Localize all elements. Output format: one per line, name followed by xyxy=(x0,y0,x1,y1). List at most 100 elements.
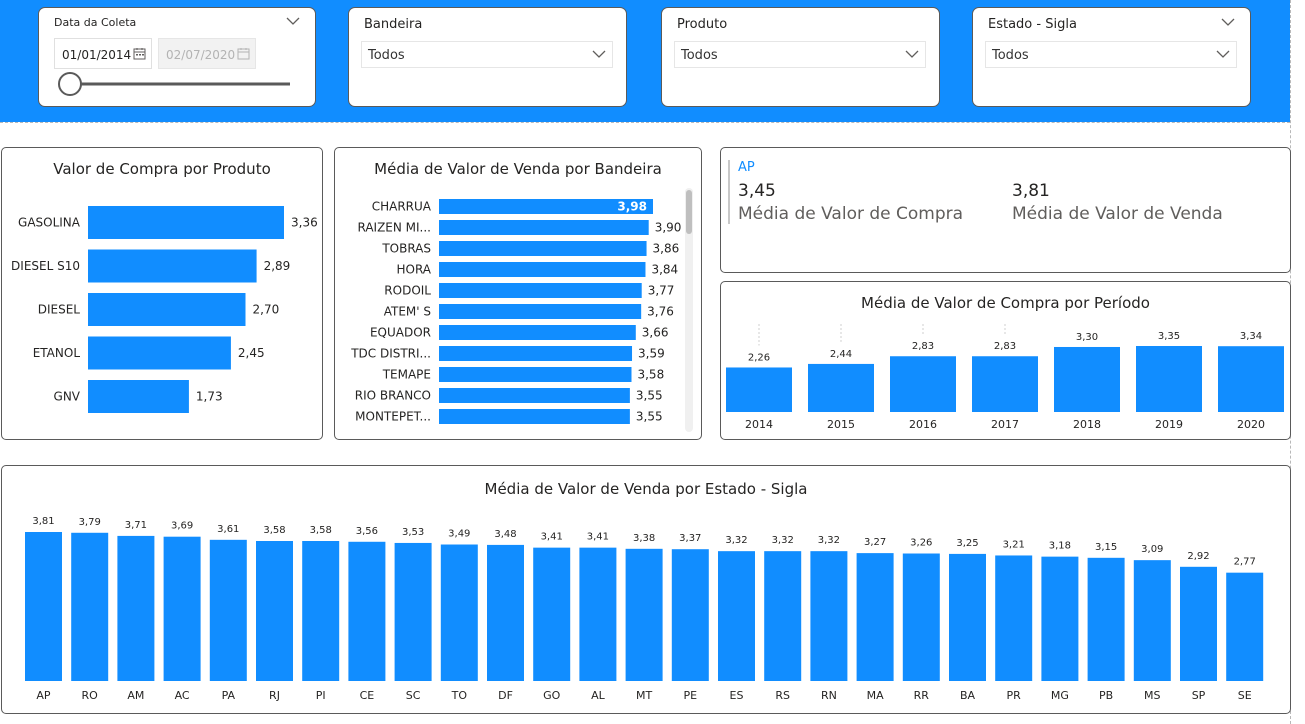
tick-label: PR xyxy=(1007,689,1022,702)
data-label: 3,66 xyxy=(642,326,669,340)
data-label: 2,89 xyxy=(264,259,291,273)
produto-dropdown[interactable]: Todos xyxy=(674,41,926,68)
chevron-down-icon[interactable] xyxy=(592,50,606,59)
data-label: 3,18 xyxy=(1049,541,1071,552)
data-label: 3,77 xyxy=(648,284,675,298)
tick-label: AM xyxy=(127,689,144,702)
calendar-icon[interactable] xyxy=(133,47,146,60)
data-label: 2,26 xyxy=(748,352,770,363)
compra-produto-title: Valor de Compra por Produto xyxy=(53,160,271,178)
chevron-down-icon[interactable] xyxy=(1216,50,1230,59)
data-label: 3,55 xyxy=(636,389,663,403)
chevron-down-icon[interactable] xyxy=(905,50,919,59)
bar-ac[interactable] xyxy=(163,536,201,681)
data-label: 3,61 xyxy=(217,524,239,535)
bandeira-dropdown[interactable]: Todos xyxy=(361,41,613,68)
bar-pi[interactable] xyxy=(302,540,340,681)
bar-bandeira[interactable] xyxy=(439,220,649,235)
end-date-input[interactable]: 02/07/2020 xyxy=(158,38,256,69)
bar-2016[interactable] xyxy=(890,356,956,412)
bar-2015[interactable] xyxy=(808,363,874,412)
bar-2019[interactable] xyxy=(1136,346,1202,412)
bar-bandeira[interactable] xyxy=(439,367,632,382)
bar-es[interactable] xyxy=(718,551,755,681)
compra-periodo-chart: 2,26 2014 2,44 2015 2,83 2016 2,83 2017 3,30 2018… xyxy=(726,324,1284,431)
bar-pe[interactable] xyxy=(671,549,709,681)
bar-se[interactable] xyxy=(1226,572,1264,681)
bar-mg[interactable] xyxy=(1041,556,1079,681)
chevron-down-icon[interactable] xyxy=(1221,18,1235,27)
data-label: 3,32 xyxy=(772,535,794,546)
slider-handle[interactable] xyxy=(58,72,82,96)
bar-ba[interactable] xyxy=(949,553,986,681)
bar-pa[interactable] xyxy=(209,539,247,681)
chevron-down-icon[interactable] xyxy=(286,17,300,26)
bandeira-scrollbar[interactable] xyxy=(685,188,693,432)
bar-df[interactable] xyxy=(487,544,524,681)
category-label: RAIZEN MI... xyxy=(357,221,431,235)
bar-diesel-s10[interactable] xyxy=(88,249,257,283)
bar-bandeira[interactable] xyxy=(439,346,633,361)
bar-am[interactable] xyxy=(117,535,155,681)
bar-bandeira[interactable] xyxy=(439,325,636,340)
estado-dropdown-value: Todos xyxy=(992,48,1029,63)
category-label: TDC DISTRI... xyxy=(350,347,431,361)
bar-2020[interactable] xyxy=(1218,346,1284,412)
data-label: 3,69 xyxy=(171,521,193,532)
tick-label: ES xyxy=(730,689,744,702)
data-label: 3,55 xyxy=(636,410,663,424)
tick-label: BA xyxy=(960,689,976,702)
bar-pb[interactable] xyxy=(1087,557,1125,681)
bar-to[interactable] xyxy=(440,544,478,681)
bar-go[interactable] xyxy=(533,547,571,681)
tick-label: RO xyxy=(82,689,99,702)
estado-slicer[interactable]: Estado - Sigla Todos xyxy=(972,7,1251,107)
bar-al[interactable] xyxy=(579,547,617,681)
bar-gasolina[interactable] xyxy=(88,206,284,239)
data-label: 2,44 xyxy=(830,349,852,360)
bandeira-scroll-thumb[interactable] xyxy=(686,190,692,234)
bar-bandeira[interactable] xyxy=(439,409,630,424)
calendar-icon[interactable] xyxy=(237,47,250,60)
bar-diesel[interactable] xyxy=(88,293,246,326)
bar-rj[interactable] xyxy=(256,540,293,681)
tick-label: AC xyxy=(175,689,190,702)
bar-rs[interactable] xyxy=(764,551,802,681)
bar-rr[interactable] xyxy=(902,553,940,681)
bar-2017[interactable] xyxy=(972,356,1038,412)
bar-ma[interactable] xyxy=(856,553,894,681)
compra-periodo-title: Média de Valor de Compra por Período xyxy=(861,294,1150,312)
bar-ce[interactable] xyxy=(348,541,386,681)
produto-slicer[interactable]: Produto Todos xyxy=(661,7,940,107)
date-slicer[interactable]: Data da Coleta 01/01/2014 02/07/2020 xyxy=(38,7,316,107)
bar-ms[interactable] xyxy=(1133,560,1171,681)
tick-label: RJ xyxy=(269,689,280,702)
bar-ro[interactable] xyxy=(71,532,109,681)
bar-2018[interactable] xyxy=(1054,346,1120,412)
data-label: 3,30 xyxy=(1076,332,1098,343)
tick-label: RN xyxy=(821,689,837,702)
bar-2014[interactable] xyxy=(726,367,792,412)
bar-bandeira[interactable] xyxy=(439,262,646,277)
bar-pr[interactable] xyxy=(995,555,1033,681)
bar-bandeira[interactable] xyxy=(439,283,642,298)
bar-mt[interactable] xyxy=(625,548,663,681)
data-label: 2,92 xyxy=(1187,551,1209,562)
bar-sp[interactable] xyxy=(1180,566,1217,681)
start-date-input[interactable]: 01/01/2014 xyxy=(54,38,152,69)
tick-label: 2017 xyxy=(991,418,1019,431)
bar-ap[interactable] xyxy=(25,532,62,681)
bar-bandeira[interactable] xyxy=(439,388,630,403)
bar-sc[interactable] xyxy=(394,542,432,681)
bar-gnv[interactable] xyxy=(88,380,189,413)
data-label: 3,37 xyxy=(679,533,701,544)
bar-bandeira[interactable] xyxy=(439,241,647,256)
bar-etanol[interactable] xyxy=(88,336,231,370)
bar-rn[interactable] xyxy=(810,551,848,681)
bandeira-slicer[interactable]: Bandeira Todos xyxy=(348,7,627,107)
kpi-card: AP 3,45 Média de Valor de Compra 3,81 Mé… xyxy=(720,147,1291,273)
estado-dropdown[interactable]: Todos xyxy=(985,41,1237,68)
data-label: 3,76 xyxy=(647,305,674,319)
date-range-slider[interactable] xyxy=(54,70,294,100)
bar-bandeira[interactable] xyxy=(439,304,642,319)
